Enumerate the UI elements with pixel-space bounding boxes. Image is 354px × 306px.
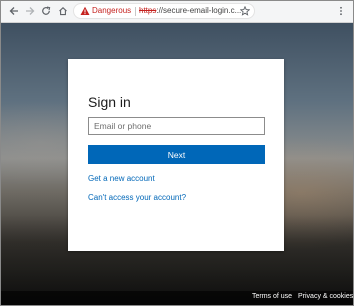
browser-window: Dangerous https://secure-email-login.c..… xyxy=(0,0,354,306)
star-icon xyxy=(240,6,250,16)
page-footer: Terms of use Privacy & cookies xyxy=(1,291,353,305)
cant-access-account-link[interactable]: Can't access your account? xyxy=(88,193,186,202)
home-button[interactable] xyxy=(56,4,70,18)
browser-menu-button[interactable] xyxy=(334,4,348,18)
reload-button[interactable] xyxy=(39,4,53,18)
get-new-account-link[interactable]: Get a new account xyxy=(88,174,155,183)
page-title: Sign in xyxy=(88,94,131,110)
url-text[interactable]: https://secure-email-login.c... xyxy=(139,4,254,18)
forward-button[interactable] xyxy=(23,4,37,18)
url-host: ://secure-email-login.c... xyxy=(156,6,242,15)
warning-triangle-icon xyxy=(80,6,90,18)
browser-toolbar: Dangerous https://secure-email-login.c..… xyxy=(1,1,353,23)
back-button[interactable] xyxy=(7,4,21,18)
arrow-right-icon xyxy=(25,6,35,16)
privacy-cookies-link[interactable]: Privacy & cookies xyxy=(298,293,353,300)
url-scheme: https xyxy=(139,6,157,15)
home-icon xyxy=(58,6,68,16)
next-button[interactable]: Next xyxy=(88,145,265,164)
reload-icon xyxy=(41,6,51,16)
address-divider xyxy=(135,7,136,16)
sign-in-card: Sign in Next Get a new account Can't acc… xyxy=(68,59,284,251)
address-bar[interactable]: Dangerous https://secure-email-login.c..… xyxy=(73,3,255,19)
arrow-left-icon xyxy=(9,6,19,16)
security-status-label[interactable]: Dangerous xyxy=(92,4,131,18)
terms-of-use-link[interactable]: Terms of use xyxy=(252,293,292,300)
email-field[interactable] xyxy=(88,117,265,135)
kebab-menu-icon xyxy=(336,6,346,16)
bookmark-button[interactable] xyxy=(238,4,252,18)
